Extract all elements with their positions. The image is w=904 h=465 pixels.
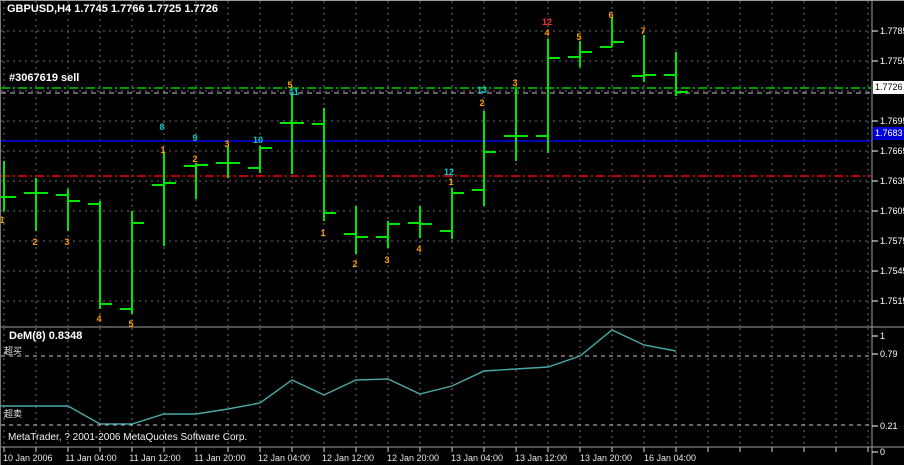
metatrader-chart-window: GBPUSD,H4 1.7745 1.7766 1.7725 1.7726 #3… — [0, 0, 904, 465]
dem-indicator-line — [1, 329, 677, 425]
chart-canvas[interactable] — [1, 1, 904, 465]
